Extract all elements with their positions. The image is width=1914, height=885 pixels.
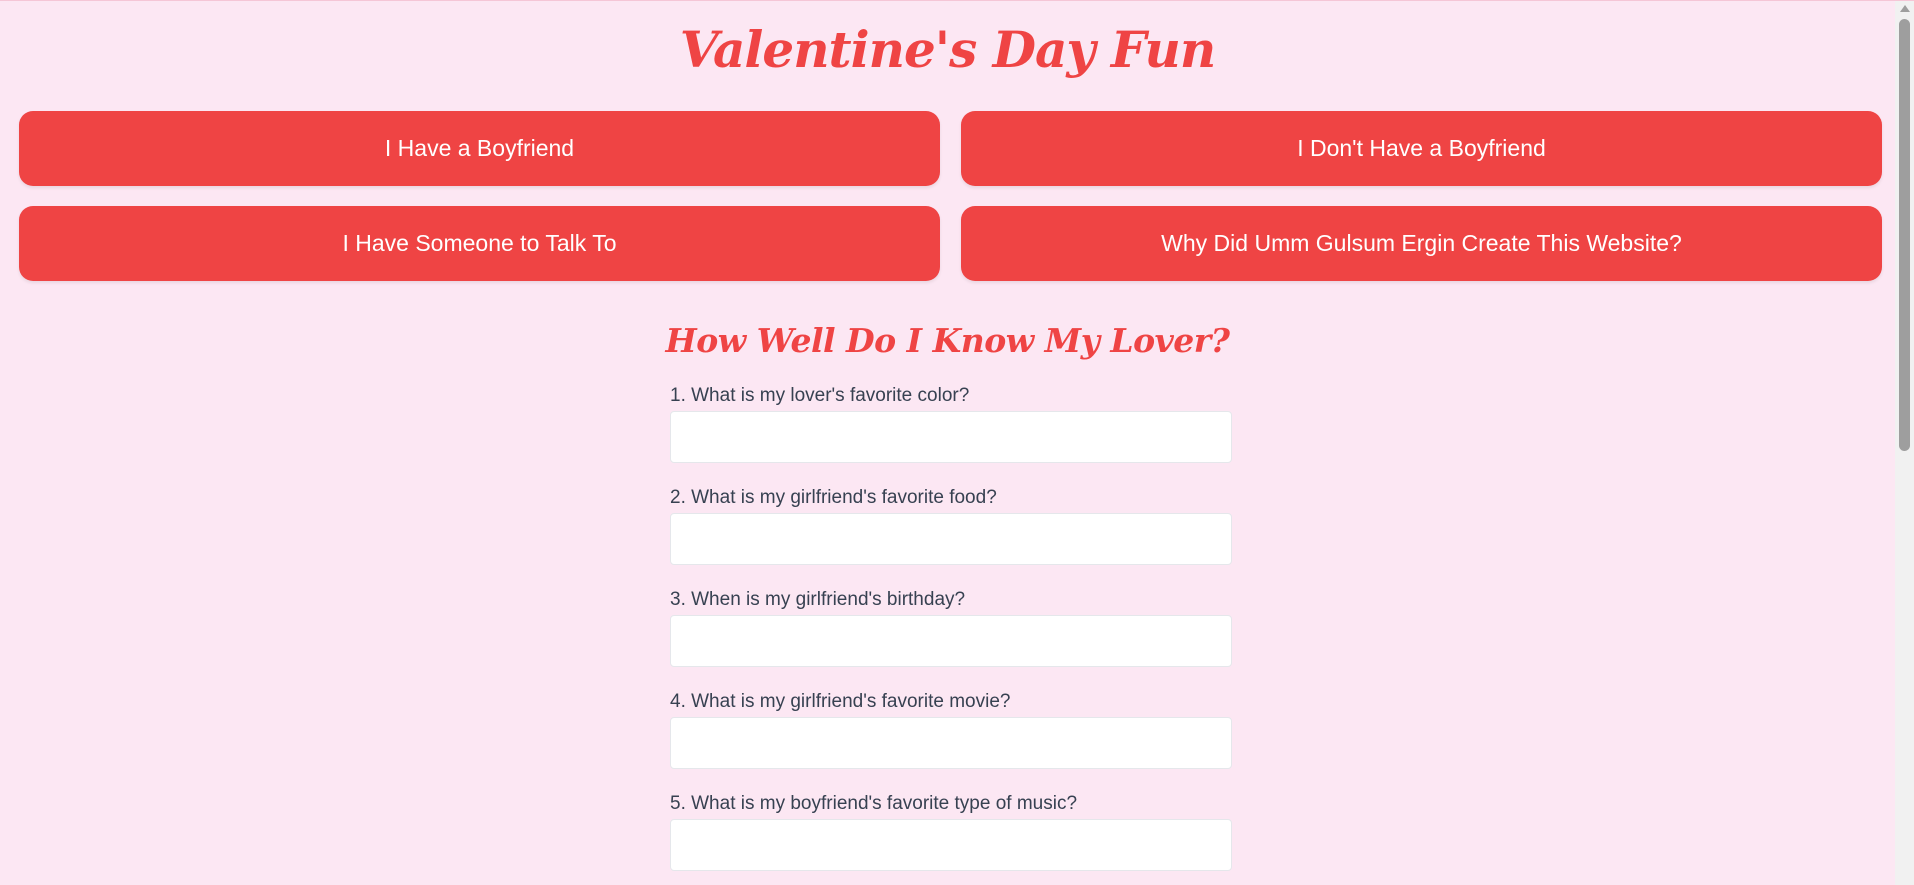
question-label-1: 1. What is my lover's favorite color? [670,385,970,406]
nav-button-grid: I Have a Boyfriend I Don't Have a Boyfri… [19,111,1882,281]
quiz-title: How Well Do I Know My Lover? [665,321,1230,360]
scroll-up-arrow-icon[interactable] [1900,5,1910,12]
main-content: Valentine's Day Fun I Have a Boyfriend I… [0,1,1895,885]
page-title: Valentine's Day Fun [679,20,1216,79]
no-boyfriend-button[interactable]: I Don't Have a Boyfriend [961,111,1882,186]
question-label-3: 3. When is my girlfriend's birthday? [670,589,966,610]
answer-input-2[interactable] [670,513,1232,565]
vertical-scrollbar[interactable] [1895,1,1914,885]
page: Valentine's Day Fun I Have a Boyfriend I… [0,0,1914,885]
quiz-form: 1. What is my lover's favorite color? 2.… [670,381,1232,885]
question-label-5: 5. What is my boyfriend's favorite type … [670,793,1078,814]
answer-input-5[interactable] [670,819,1232,871]
scrollbar-thumb[interactable] [1899,19,1910,451]
question-label-4: 4. What is my girlfriend's favorite movi… [670,691,1011,712]
answer-input-4[interactable] [670,717,1232,769]
someone-to-talk-to-button[interactable]: I Have Someone to Talk To [19,206,940,281]
answer-input-1[interactable] [670,411,1232,463]
have-boyfriend-button[interactable]: I Have a Boyfriend [19,111,940,186]
question-label-2: 2. What is my girlfriend's favorite food… [670,487,997,508]
answer-input-3[interactable] [670,615,1232,667]
why-created-button[interactable]: Why Did Umm Gulsum Ergin Create This Web… [961,206,1882,281]
